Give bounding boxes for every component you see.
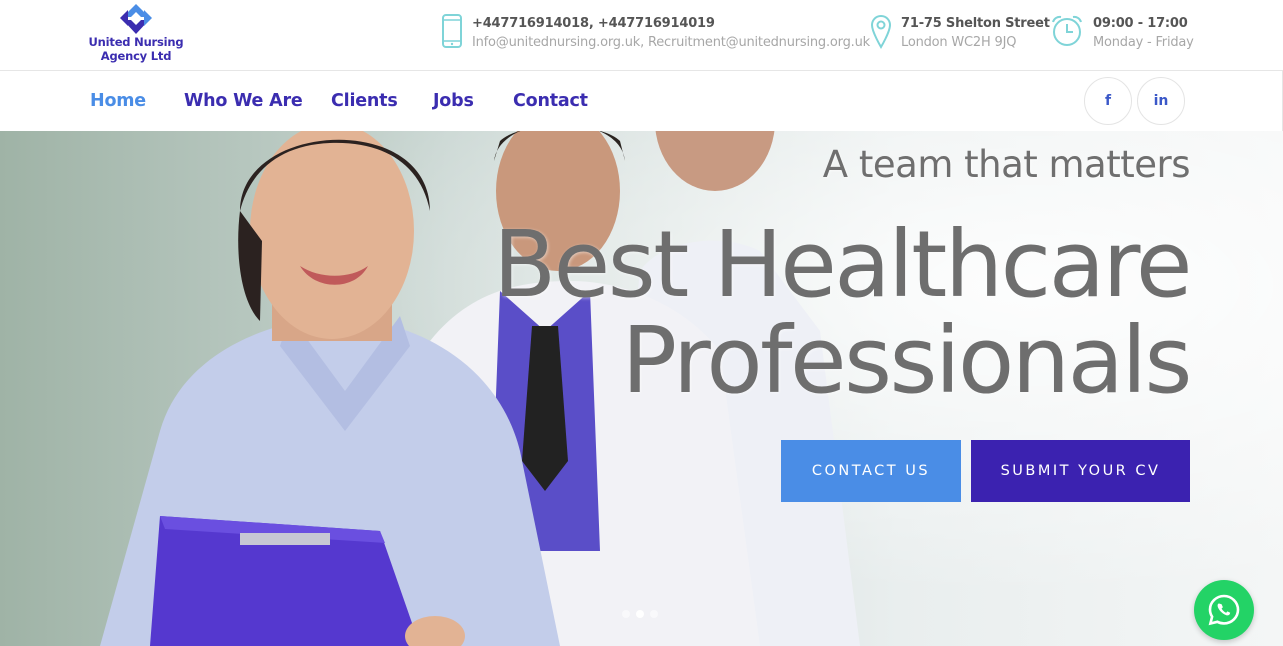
logo-mark-icon bbox=[120, 4, 152, 34]
submit-cv-button[interactable]: SUBMIT YOUR CV bbox=[971, 440, 1190, 502]
nav-item-who-we-are[interactable]: Who We Are bbox=[184, 91, 303, 111]
hours-info: 09:00 - 17:00 Monday - Friday bbox=[1050, 14, 1194, 52]
email-addresses[interactable]: Info@unitednursing.org.uk, Recruitment@u… bbox=[472, 33, 870, 52]
top-info-bar: United Nursing Agency Ltd +447716914018,… bbox=[0, 0, 1283, 71]
linkedin-icon[interactable]: in bbox=[1137, 77, 1185, 125]
main-navigation: Home Who We Are Clients Jobs Contact f i… bbox=[0, 71, 1283, 131]
phone-email-info: +447716914018, +447716914019 Info@united… bbox=[441, 14, 870, 52]
nav-item-jobs[interactable]: Jobs bbox=[433, 91, 474, 111]
whatsapp-icon bbox=[1208, 594, 1240, 626]
nav-item-contact[interactable]: Contact bbox=[513, 91, 588, 111]
hero-headline: Best Healthcare Professionals bbox=[493, 211, 1193, 414]
address-info: 71-75 Shelton Street London WC2H 9JQ bbox=[870, 14, 1050, 52]
address-city: London WC2H 9JQ bbox=[901, 35, 1017, 50]
facebook-icon[interactable]: f bbox=[1084, 77, 1132, 125]
slider-dot-3[interactable] bbox=[650, 610, 658, 618]
phone-numbers[interactable]: +447716914018, +447716914019 bbox=[472, 14, 870, 33]
address-street: 71-75 Shelton Street bbox=[901, 16, 1050, 31]
hero-headline-line1: Best Healthcare bbox=[493, 211, 1192, 318]
hours-days: Monday - Friday bbox=[1093, 35, 1194, 50]
hero-slider: A team that matters Best Healthcare Prof… bbox=[0, 131, 1283, 646]
logo-name-line2: Agency Ltd bbox=[100, 49, 172, 63]
contact-us-button[interactable]: CONTACT US bbox=[781, 440, 961, 502]
alarm-clock-icon bbox=[1052, 15, 1082, 46]
smartphone-icon bbox=[442, 14, 462, 48]
map-pin-icon bbox=[870, 14, 892, 49]
nav-item-home[interactable]: Home bbox=[90, 91, 146, 111]
slider-pagination bbox=[622, 610, 658, 618]
slider-dot-1[interactable] bbox=[622, 610, 630, 618]
logo-name-line1: United Nursing bbox=[88, 35, 184, 49]
logo[interactable]: United Nursing Agency Ltd bbox=[88, 3, 184, 67]
hero-headline-line2: Professionals bbox=[621, 307, 1193, 414]
nav-item-clients[interactable]: Clients bbox=[331, 91, 398, 111]
hours-time: 09:00 - 17:00 bbox=[1093, 16, 1188, 31]
whatsapp-chat-button[interactable] bbox=[1194, 580, 1254, 640]
slider-dot-2[interactable] bbox=[636, 610, 644, 618]
hero-tagline: A team that matters bbox=[822, 143, 1191, 186]
